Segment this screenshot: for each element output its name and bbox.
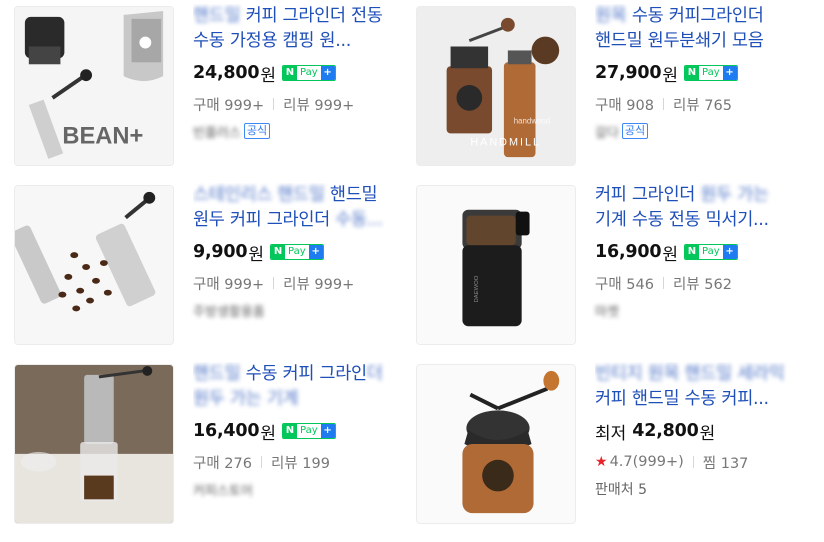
seller-row[interactable]: 커피스토어: [193, 480, 403, 499]
product-card[interactable]: BEAN+ 핸드밀 커피 그라인더 전동 수동 가정용 캠핑 원... 24,8…: [0, 0, 403, 166]
purchase-count: 구매 908: [595, 97, 654, 114]
review-count: 리뷰 562: [672, 276, 732, 293]
price-value: 24,800: [193, 63, 260, 83]
product-stats: 구매 276 리뷰 199: [193, 452, 403, 472]
review-count: 리뷰 199: [270, 455, 330, 472]
seller-name: 갈다: [595, 125, 619, 141]
seller-name: 빈플러스: [193, 125, 241, 141]
image-caption: handwood: [514, 117, 550, 126]
seller-name: 커피스토어: [193, 483, 253, 499]
price-row: 16,400 원 N Pay +: [193, 420, 403, 444]
rating: 4.7(999+): [609, 454, 684, 470]
grinder-image: handwood HANDMILL: [417, 7, 575, 165]
product-thumbnail[interactable]: [416, 364, 576, 524]
seller-count[interactable]: 판매처 5: [595, 480, 805, 498]
product-thumbnail[interactable]: handwood HANDMILL: [416, 6, 576, 166]
product-title[interactable]: 핸드밀 커피 그라인더 전동 수동 가정용 캠핑 원...: [193, 4, 403, 54]
npay-icon: N Pay +: [683, 244, 738, 260]
review-count: 리뷰 765: [672, 97, 732, 114]
product-card[interactable]: 핸드밀 수동 커피 그라인더 원두 가는 기계 16,400 원 N Pay + 구매…: [0, 358, 403, 524]
grinder-image: [15, 186, 173, 344]
seller-row[interactable]: 갈다 공식: [595, 122, 805, 141]
price-row: 24,800 원 N Pay +: [193, 62, 403, 86]
product-title[interactable]: 원목 수동 커피그라인더 핸드밀 원두분쇄기 모음: [595, 4, 805, 54]
official-badge: 공식: [621, 123, 649, 139]
price-value: 16,900: [595, 242, 662, 262]
seller-name: 마켓: [595, 304, 619, 320]
product-thumbnail[interactable]: [14, 185, 174, 345]
price-row: 27,900 원 N Pay +: [595, 62, 805, 86]
product-title[interactable]: 빈티지 원목 핸드밀 세라믹 커피 핸드밀 수동 커피...: [595, 362, 805, 412]
svg-text:DAEWOO: DAEWOO: [474, 275, 480, 302]
purchase-count: 구매 276: [193, 455, 252, 472]
price-prefix: 최저: [595, 423, 627, 444]
purchase-count: 구매 546: [595, 276, 654, 293]
product-grid: BEAN+ 핸드밀 커피 그라인더 전동 수동 가정용 캠핑 원... 24,8…: [0, 0, 824, 542]
product-thumbnail[interactable]: BEAN+: [14, 6, 174, 166]
product-card[interactable]: handwood HANDMILL 원목 수동 커피그라인더 핸드밀 원두분쇄기…: [402, 0, 805, 166]
brand-text: BEAN+: [62, 123, 143, 149]
npay-icon: N Pay +: [281, 65, 336, 81]
product-stats: 구매 546 리뷰 562: [595, 273, 805, 293]
npay-icon: N Pay +: [683, 65, 738, 81]
seller-row[interactable]: 빈플러스 공식: [193, 122, 403, 141]
product-stats: 구매 908 리뷰 765: [595, 94, 805, 114]
review-count: 리뷰 999+: [283, 97, 355, 114]
price-unit: 원: [260, 65, 276, 86]
purchase-count: 구매 999+: [193, 97, 265, 114]
grinder-image: [417, 365, 575, 523]
product-card[interactable]: 빈티지 원목 핸드밀 세라믹 커피 핸드밀 수동 커피... 최저 42,800 원…: [402, 358, 805, 524]
grinder-image: [15, 365, 173, 523]
product-stats: 구매 999+ 리뷰 999+: [193, 273, 403, 293]
product-stats: ★ 4.7(999+) 찜 137: [595, 452, 805, 472]
seller-name: 주방생활용품: [193, 304, 265, 320]
zzim-count: 찜 137: [702, 455, 749, 472]
product-title[interactable]: 핸드밀 수동 커피 그라인더 원두 가는 기계: [193, 362, 403, 412]
grinder-image: BEAN+: [15, 7, 173, 165]
price-value: 16,400: [193, 421, 260, 441]
review-count: 리뷰 999+: [283, 276, 355, 293]
official-badge: 공식: [243, 123, 271, 139]
price-row: 최저 42,800 원: [595, 420, 805, 444]
grinder-image: DAEWOO: [417, 186, 575, 344]
product-thumbnail[interactable]: DAEWOO: [416, 185, 576, 345]
image-caption: HANDMILL: [470, 136, 541, 148]
price-value: 9,900: [193, 242, 248, 262]
purchase-count: 구매 999+: [193, 276, 265, 293]
npay-icon: N Pay +: [270, 244, 324, 260]
product-title[interactable]: 커피 그라인더 원두 가는 기계 수동 전동 믹서기...: [595, 183, 805, 233]
product-card[interactable]: 스테인리스 핸드밀 핸드밀 원두 커피 그라인더 수동... 9,900 원 NP…: [0, 179, 403, 345]
price-row: 9,900 원 N Pay +: [193, 241, 403, 265]
product-stats: 구매 999+ 리뷰 999+: [193, 94, 403, 114]
product-card[interactable]: DAEWOO 커피 그라인더 원두 가는 기계 수동 전동 믹서기... 16,…: [402, 179, 805, 345]
price-row: 16,900 원 N Pay +: [595, 241, 805, 265]
product-thumbnail[interactable]: [14, 364, 174, 524]
seller-row[interactable]: 주방생활용품: [193, 301, 403, 320]
npay-icon: N Pay +: [281, 423, 336, 439]
seller-row[interactable]: 마켓: [595, 301, 805, 320]
price-value: 27,900: [595, 63, 662, 83]
star-icon: ★: [595, 454, 608, 470]
product-title[interactable]: 스테인리스 핸드밀 핸드밀 원두 커피 그라인더 수동...: [193, 183, 403, 233]
price-value: 42,800: [632, 421, 699, 441]
